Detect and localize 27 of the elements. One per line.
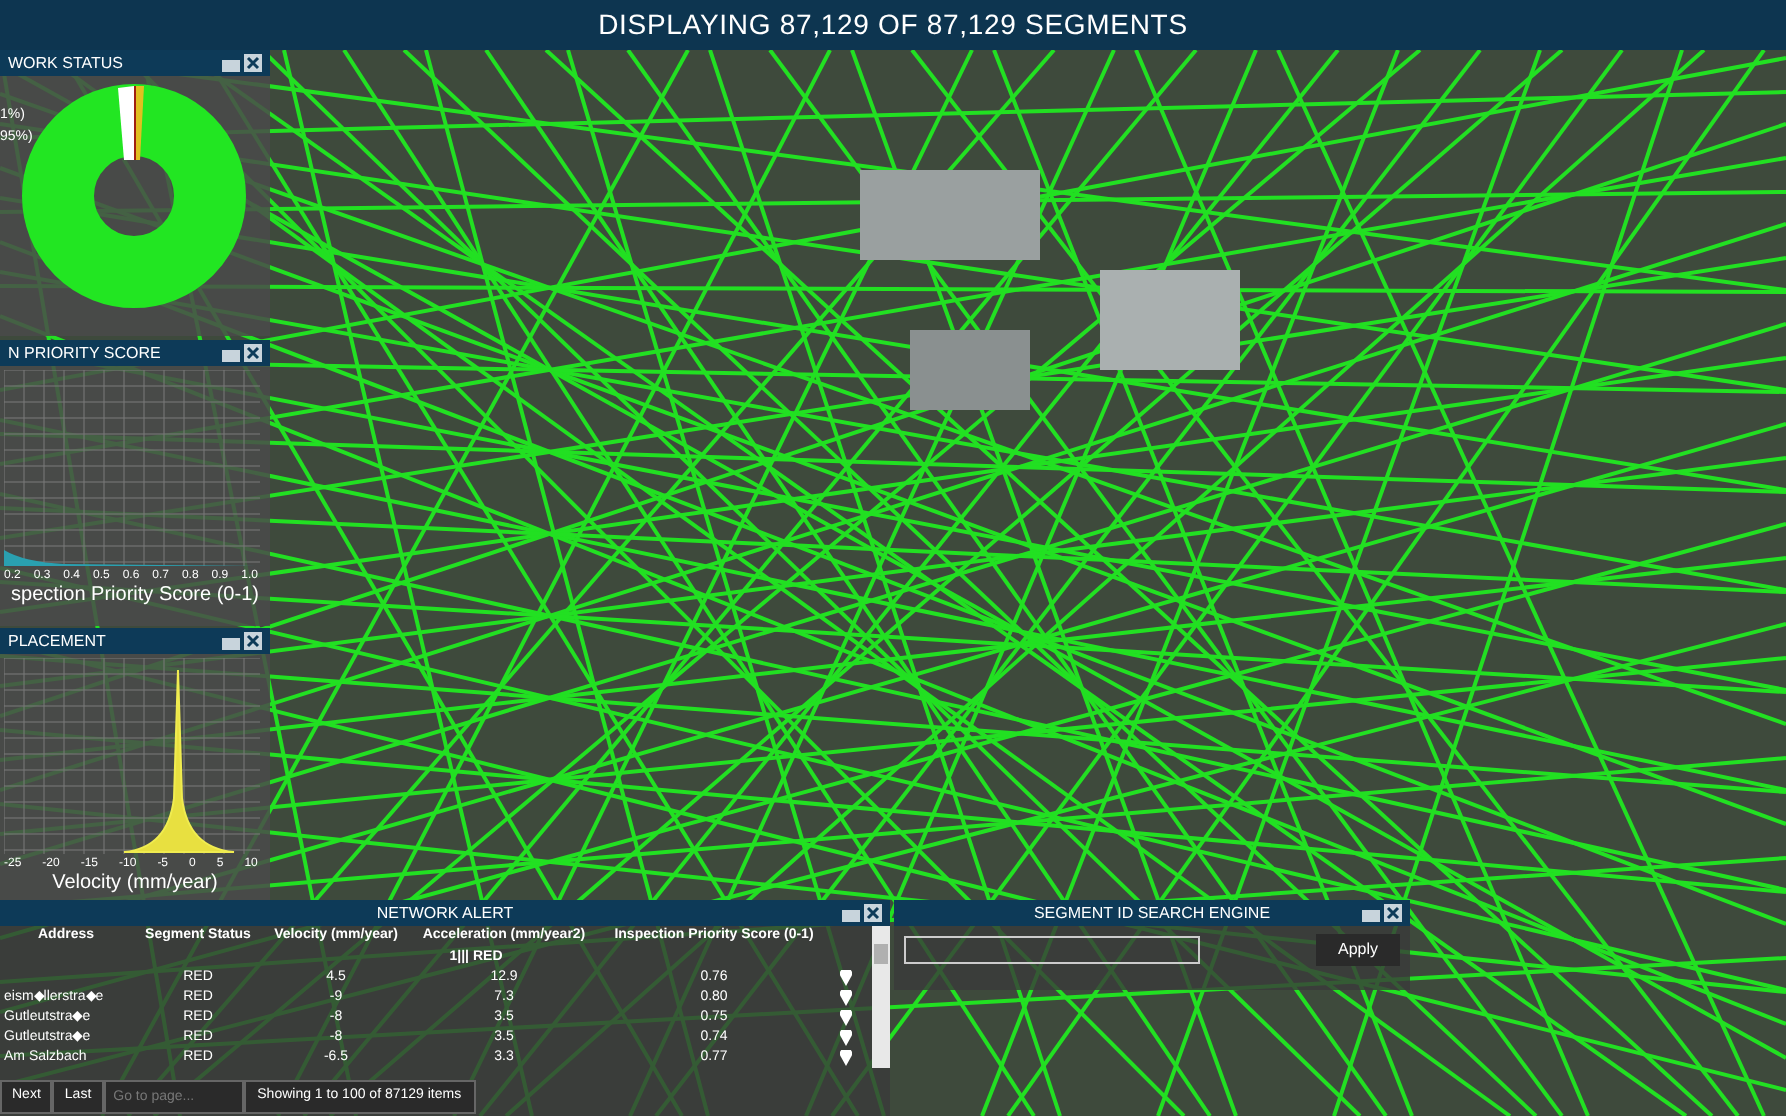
pin-icon[interactable] <box>840 970 852 986</box>
apply-button[interactable]: Apply <box>1316 934 1400 966</box>
close-icon[interactable] <box>864 904 882 922</box>
scrollbar[interactable] <box>872 926 890 1068</box>
minimize-icon[interactable] <box>222 344 240 362</box>
panel-title: N PRIORITY SCORE <box>8 345 161 361</box>
minimize-icon[interactable] <box>1362 904 1380 922</box>
pin-icon[interactable] <box>840 1050 852 1066</box>
minimize-icon[interactable] <box>222 632 240 650</box>
panel-title: NETWORK ALERT <box>376 905 514 921</box>
panel-title: PLACEMENT <box>8 633 106 649</box>
pin-icon[interactable] <box>840 1030 852 1046</box>
close-icon[interactable] <box>244 632 262 650</box>
close-icon[interactable] <box>1384 904 1402 922</box>
search-field[interactable] <box>904 936 1200 964</box>
minimize-icon[interactable] <box>842 904 860 922</box>
close-icon[interactable] <box>244 54 262 72</box>
close-icon[interactable] <box>244 344 262 362</box>
minimize-icon[interactable] <box>222 54 240 72</box>
axis-label: Velocity (mm/year) <box>52 870 218 898</box>
pin-icon[interactable] <box>840 1010 852 1026</box>
pin-icon[interactable] <box>840 990 852 1006</box>
axis-label: spection Priority Score (0-1) <box>11 582 259 610</box>
scrollbar-thumb[interactable] <box>874 944 888 964</box>
title: DISPLAYING 87,129 OF 87,129 SEGMENTS <box>598 6 1188 44</box>
panel-title: WORK STATUS <box>8 55 123 71</box>
panel-title: SEGMENT ID SEARCH ENGINE <box>1033 905 1271 921</box>
